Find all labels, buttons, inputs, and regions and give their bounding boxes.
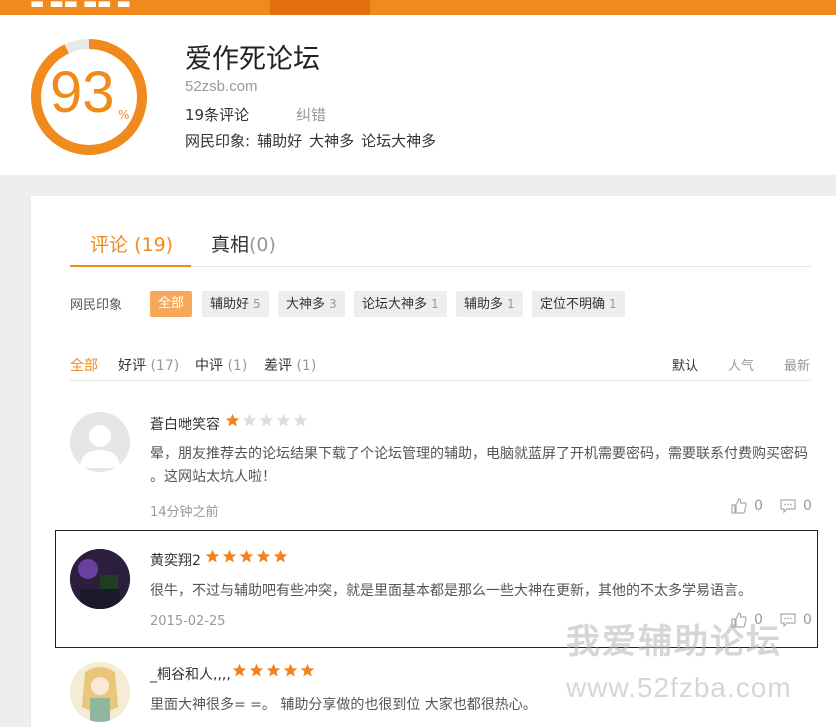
tab-truth-label: 真相 <box>211 234 250 256</box>
reply-button[interactable]: 0 <box>779 497 812 515</box>
impression-tag[interactable]: 定位不明确 1 <box>532 291 625 317</box>
sort-latest[interactable]: 最新 <box>784 355 810 374</box>
default-avatar-icon <box>80 425 120 468</box>
impression-tag-label: 论坛大神多 <box>362 297 428 312</box>
filter-good-label: 好评 <box>118 358 146 374</box>
tab-reviews-label: 评论 <box>90 234 129 256</box>
impression-summary-item: 大神多 <box>309 132 355 150</box>
like-button[interactable]: 0 <box>730 497 763 515</box>
rating-stars <box>232 663 315 678</box>
comment-icon <box>780 499 796 514</box>
sort-popular[interactable]: 人气 <box>728 355 754 374</box>
star-filled-icon <box>273 549 288 563</box>
thumbs-up-icon <box>731 498 747 514</box>
filter-divider <box>70 380 811 381</box>
review-username[interactable]: _桐谷和人,,,, <box>150 664 231 684</box>
star-empty-icon <box>259 413 274 427</box>
tab-active-underline <box>70 265 191 267</box>
impression-summary-item: 辅助好 <box>257 132 303 150</box>
user-avatar-image <box>70 549 130 609</box>
impression-tag-label: 辅助多 <box>464 297 504 312</box>
filter-bad-label: 差评 <box>264 358 292 374</box>
top-nav-active-block[interactable] <box>270 0 370 15</box>
reply-count: 0 <box>803 498 812 514</box>
impression-tag-count: 3 <box>329 297 337 311</box>
review-text-line: 晕，朋友推荐去的论坛结果下载了个论坛管理的辅助，电脑就蓝屏了开机需要密码，需要联… <box>150 446 808 462</box>
filter-bad-count: (1) <box>296 358 317 374</box>
tab-truth-count: (0) <box>249 234 276 256</box>
watermark-title: 我爱辅助论坛 <box>566 622 782 662</box>
review-time: 14分钟之前 <box>150 505 219 520</box>
star-filled-icon <box>256 549 271 563</box>
filter-good-count: (17) <box>150 358 180 374</box>
avatar[interactable] <box>70 662 130 722</box>
score-unit: % <box>118 108 130 122</box>
review-username[interactable]: 蒼白哋笑容 <box>150 414 220 434</box>
star-filled-icon <box>283 663 298 677</box>
review-text: 晕，朋友推荐去的论坛结果下载了个论坛管理的辅助，电脑就蓝屏了开机需要密码，需要联… <box>150 443 815 489</box>
review-text: 很牛，不过与辅助吧有些冲突，就是里面基本都是那么一些大神在更新，其他的不太多学易… <box>150 583 752 599</box>
watermark-url: www.52fzba.com <box>566 672 792 703</box>
filter-bad[interactable]: 差评 (1) <box>264 355 316 375</box>
filter-mid-count: (1) <box>227 358 248 374</box>
filter-good[interactable]: 好评 (17) <box>118 355 179 375</box>
avatar[interactable] <box>70 412 130 472</box>
impression-tag[interactable]: 论坛大神多 1 <box>354 291 447 317</box>
review-text-line: 。这网站太坑人啦！ <box>150 469 276 485</box>
impression-tag[interactable]: 大神多 3 <box>278 291 345 317</box>
site-title: 爱作死论坛 <box>185 44 320 75</box>
star-filled-icon <box>249 663 264 677</box>
review-username[interactable]: 黄奕翔2 <box>150 550 201 570</box>
impression-tag-count: 1 <box>431 297 439 311</box>
impression-tag[interactable]: 辅助好 5 <box>202 291 269 317</box>
tab-truth[interactable]: 真相(0) <box>211 230 276 257</box>
review-time: 2015-02-25 <box>150 614 226 629</box>
tab-reviews[interactable]: 评论 (19) <box>90 230 173 257</box>
impression-summary-item: 论坛大神多 <box>361 132 437 150</box>
top-nav-bar: ▬ ▬▬ ▬▬ ▬ <box>0 0 836 15</box>
avatar[interactable] <box>70 549 130 609</box>
review-count[interactable]: 19条评论 <box>185 104 249 125</box>
filter-all[interactable]: 全部 <box>70 355 98 375</box>
impression-summary: 网民印象: 辅助好 大神多 论坛大神多 <box>185 130 443 151</box>
impression-tag[interactable]: 辅助多 1 <box>456 291 523 317</box>
top-nav-logo-fragment: ▬ ▬▬ ▬▬ ▬ <box>30 0 131 12</box>
reply-button[interactable]: 0 <box>779 611 812 629</box>
reply-count: 0 <box>803 612 812 628</box>
impression-tag-all[interactable]: 全部 <box>150 291 193 317</box>
star-empty-icon <box>293 413 308 427</box>
star-filled-icon <box>300 663 315 677</box>
impression-tags-label: 网民印象 <box>70 298 123 313</box>
impression-tag-count: 1 <box>609 297 617 311</box>
star-filled-icon <box>222 549 237 563</box>
user-avatar-image <box>70 662 130 722</box>
filter-mid[interactable]: 中评 (1) <box>195 355 247 375</box>
impression-tag-count: 1 <box>507 297 515 311</box>
rating-stars <box>225 413 308 428</box>
star-filled-icon <box>225 413 240 427</box>
sort-default[interactable]: 默认 <box>672 355 698 374</box>
star-empty-icon <box>242 413 257 427</box>
impression-tag-label: 定位不明确 <box>540 297 606 312</box>
star-filled-icon <box>266 663 281 677</box>
impression-tag-count: 5 <box>253 297 261 311</box>
score-value: 93 <box>50 60 115 125</box>
like-count: 0 <box>754 498 763 514</box>
correct-link[interactable]: 纠错 <box>296 104 326 125</box>
impression-tag-label: 大神多 <box>286 297 326 312</box>
star-filled-icon <box>232 663 247 677</box>
star-filled-icon <box>205 549 220 563</box>
filter-mid-label: 中评 <box>195 358 223 374</box>
star-empty-icon <box>276 413 291 427</box>
site-url[interactable]: 52zsb.com <box>185 78 258 95</box>
star-filled-icon <box>239 549 254 563</box>
impression-tag-label: 辅助好 <box>210 297 250 312</box>
rating-stars <box>205 549 288 564</box>
impression-tag-label: 全部 <box>158 296 185 311</box>
site-header <box>0 15 836 175</box>
tab-reviews-count: (19) <box>134 234 174 256</box>
impression-summary-label: 网民印象: <box>185 132 251 150</box>
